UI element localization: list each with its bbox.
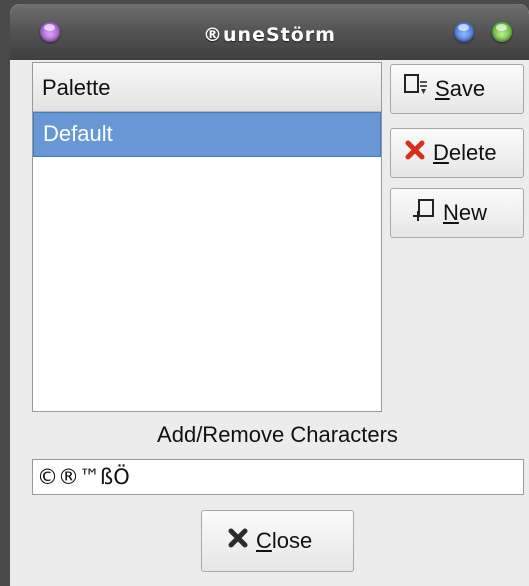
window-title: ®uneStörm — [203, 24, 336, 46]
save-label: ave — [449, 76, 486, 101]
close-button[interactable]: Close — [201, 510, 354, 572]
new-icon — [413, 198, 437, 228]
minimize-orb-icon[interactable] — [454, 22, 474, 42]
palette-column-header[interactable]: Palette — [33, 63, 381, 112]
new-button[interactable]: New — [390, 188, 524, 238]
delete-mnemonic: D — [433, 140, 449, 165]
runestorm-window: ®uneStörm Palette Default Save Delete Ne… — [10, 4, 529, 586]
save-icon — [403, 73, 429, 105]
add-remove-characters-label: Add/Remove Characters — [157, 422, 398, 447]
characters-input[interactable]: ©®™ßÖ — [32, 459, 524, 495]
save-button[interactable]: Save — [390, 64, 524, 114]
delete-x-icon — [403, 138, 427, 168]
maximize-orb-icon[interactable] — [492, 22, 512, 42]
save-mnemonic: S — [435, 76, 450, 101]
palette-list[interactable]: Palette Default — [32, 62, 382, 412]
delete-label: elete — [448, 140, 497, 165]
close-label: lose — [271, 528, 313, 553]
title-bar[interactable]: ®uneStörm — [10, 4, 529, 60]
palette-list-item-default[interactable]: Default — [33, 112, 381, 157]
close-x-icon — [226, 526, 250, 556]
new-mnemonic: N — [443, 200, 459, 225]
close-mnemonic: C — [256, 528, 272, 553]
delete-button[interactable]: Delete — [390, 128, 524, 178]
new-label: ew — [458, 200, 488, 225]
